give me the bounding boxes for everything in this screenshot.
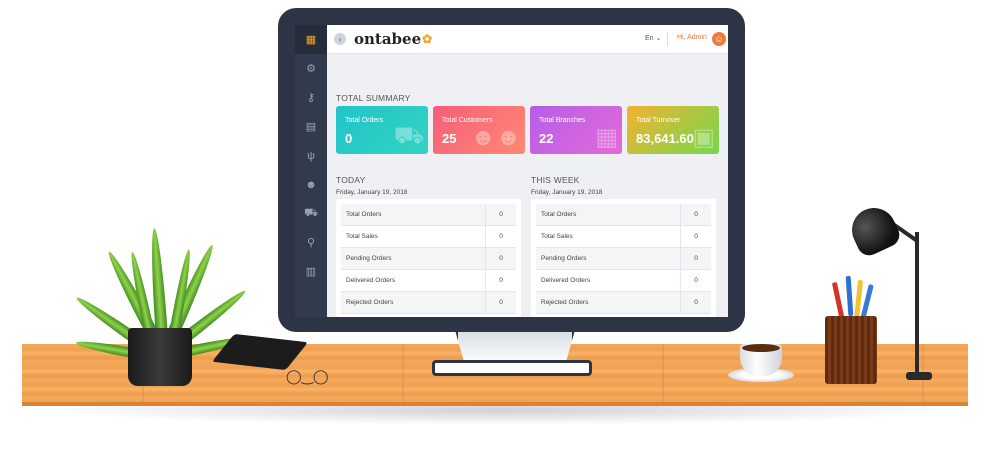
top-bar: › ontabee ✿ En ⌄ Hi, Admin ☺ [327,25,728,54]
users-icon: ☻☻ [470,124,521,151]
table-row: Total Sales 0 [341,226,516,248]
chevron-down-icon: ⌄ [655,35,662,42]
header-divider [667,32,668,46]
building-icon: ▦ [595,124,618,151]
sidebar-item-dashboard[interactable]: ▦ [295,25,327,54]
money-icon: ▣ [692,124,715,151]
week-date: Friday, January 19, 2018 [531,189,603,196]
table-row: Delivered Orders 0 [536,270,711,292]
week-table: Total Orders 0 Total Sales 0 Pending Order… [531,199,716,317]
table-row: Rejected Orders 0 [536,292,711,314]
sidebar-item-menu[interactable]: ψ [295,141,327,170]
sidebar-item-settings[interactable]: ⚙ [295,54,327,83]
main-content: TOTAL SUMMARY Total Orders 0 ⛟ Total Cus… [327,55,728,317]
dashboard-screen: ▦ ⚙ ⚷ ▤ ψ ☻ ⛟ ⚲ ▥ › ontabee ✿ En ⌄ Hi, Ad… [295,25,728,317]
table-row: Rejected Orders 0 [341,292,516,314]
today-title: TODAY [336,175,366,185]
card-label: Total Turnover [636,117,681,124]
bar-chart-icon: ▥ [305,266,317,278]
language-select[interactable]: En ⌄ [645,34,661,42]
cart-icon: ⛟ [393,122,424,149]
card-total-turnover[interactable]: Total Turnover 83,641.60 ▣ [627,106,719,154]
sidebar-item-orders[interactable]: ⛟ [295,199,327,228]
sidebar-toggle-button[interactable]: › [334,33,346,45]
monitor: ▦ ⚙ ⚷ ▤ ψ ☻ ⛟ ⚲ ▥ › ontabee ✿ En ⌄ Hi, Ad… [278,8,745,332]
glasses-icon: ◯‿◯ [286,368,329,384]
table-row: Pending Orders 0 [536,248,711,270]
card-value: 0 [345,131,353,146]
table-row: Total Orders 0 [341,204,516,226]
table-row: Total Orders 0 [536,204,711,226]
today-table: Total Orders 0 Total Sales 0 Pending Order… [336,199,521,317]
summary-title: TOTAL SUMMARY [336,93,411,103]
avatar[interactable]: ☺ [712,32,726,46]
card-total-customers[interactable]: Total Customers 25 ☻☻ [433,106,525,154]
cart-icon: ⛟ [304,206,318,219]
card-total-orders[interactable]: Total Orders 0 ⛟ [336,106,428,154]
chevron-right-icon: › [338,34,342,44]
sidebar-item-access[interactable]: ⚷ [295,83,327,112]
sidebar-item-reports[interactable]: ▥ [295,257,327,286]
card-value: 83,641.60 [636,131,694,146]
cutlery-icon: ψ [307,149,315,162]
monitor-base [432,360,592,376]
sidebar: ▦ ⚙ ⚷ ▤ ψ ☻ ⛟ ⚲ ▥ [295,25,327,317]
today-date: Friday, January 19, 2018 [336,189,408,196]
bee-icon: ✿ [422,32,433,46]
table-row: Total Sales 0 [536,226,711,248]
pencil-cup [825,316,877,384]
card-value: 25 [442,131,457,146]
coffee [742,344,780,352]
week-title: THIS WEEK [531,175,580,185]
document-icon: ▤ [305,121,317,133]
desk-scene: ◯‿◯ ▦ ⚙ ⚷ ▤ ψ ☻ ⛟ ⚲ ▥ › ontabee ✿ En ⌄ Hi… [0,0,1000,450]
motorbike-icon: ⚲ [306,237,316,249]
plant-pot [128,328,192,386]
gears-icon: ⚙ [306,63,316,75]
card-label: Total Customers [442,117,493,124]
table-row: Pending Orders 0 [341,248,516,270]
card-label: Total Branches [539,117,586,124]
key-icon: ⚷ [306,92,316,104]
card-label: Total Orders [345,117,384,124]
sidebar-item-customers[interactable]: ☻ [295,170,327,199]
app-logo: ontabee ✿ [354,30,433,48]
user-greeting[interactable]: Hi, Admin [677,34,707,41]
sidebar-item-documents[interactable]: ▤ [295,112,327,141]
sidebar-item-delivery[interactable]: ⚲ [295,228,327,257]
monitor-stand [455,330,575,364]
card-total-branches[interactable]: Total Branches 22 ▦ [530,106,622,154]
users-icon: ☻ [305,178,317,191]
card-value: 22 [539,131,554,146]
grid-icon: ▦ [305,34,317,46]
table-row: Delivered Orders 0 [341,270,516,292]
